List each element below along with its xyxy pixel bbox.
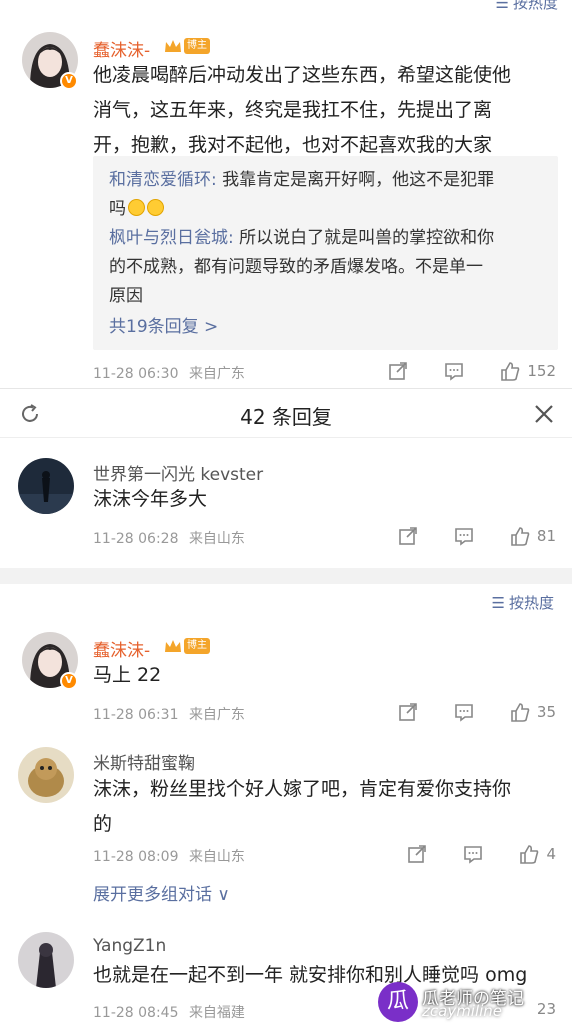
reply-username[interactable]: 和清恋爱循环: <box>109 170 217 190</box>
location: 来自福建 <box>188 1005 245 1021</box>
like-count: 81 <box>536 527 556 545</box>
comment-text: 他凌晨喝醉后冲动发出了这些东西，希望这能使他 消气，这五年来，终究是我扛不住，先… <box>93 64 512 156</box>
comment-item: 米斯特甜蜜鞠 沫沫，粉丝里找个好人嫁了吧，肯定有爱你支持你 的 11-28 08… <box>0 735 572 870</box>
like-count: 4 <box>546 845 556 863</box>
watermark: 瓜 瓜老师の笔记 zcaymiline <box>378 982 566 1022</box>
section-divider <box>0 568 572 584</box>
crown-icon <box>165 40 181 52</box>
comment-meta: 11-28 08:45 来自福建 <box>93 1002 245 1022</box>
timestamp: 11-28 08:09 <box>93 849 179 865</box>
comment-actions: 81 <box>363 525 556 547</box>
avatar[interactable] <box>18 747 74 803</box>
comment-icon[interactable] <box>453 525 475 547</box>
comment-icon[interactable] <box>453 701 475 723</box>
blogger-tag: 博主 <box>184 638 210 654</box>
blogger-tag: 博主 <box>184 38 210 54</box>
share-icon[interactable] <box>397 701 419 723</box>
reply-preview[interactable]: 和清恋爱循环: 我靠肯定是离开好啊，他这不是犯罪 吗 枫叶与烈日瓮城: 所以说白… <box>93 156 558 350</box>
comment-text: 沫沫今年多大 <box>93 488 208 510</box>
panel-title: 42 条回复 <box>240 405 332 429</box>
comment-item: V 蠢沫沫- 博主 马上 22 11-28 06:31 来自广东 35 <box>0 620 572 730</box>
like-count: 35 <box>536 703 556 721</box>
avatar[interactable] <box>18 932 74 988</box>
comment-meta: 11-28 06:28 来自山东 <box>93 528 245 548</box>
location: 来自广东 <box>188 366 245 382</box>
expand-more-link[interactable]: 展开更多组对话 ∨ <box>93 880 230 905</box>
replies-panel-header: 42 条回复 <box>0 388 572 438</box>
sort-icon: ☰ <box>491 594 505 612</box>
share-icon[interactable] <box>387 360 409 382</box>
comment-actions: 35 <box>363 701 556 723</box>
comment-actions: 152 <box>353 360 556 382</box>
comment-meta: 11-28 06:30 来自广东 <box>93 363 245 383</box>
reply-item[interactable]: 和清恋爱循环: 我靠肯定是离开好啊，他这不是犯罪 <box>109 166 542 195</box>
reply-username[interactable]: 枫叶与烈日瓮城: <box>109 228 234 248</box>
timestamp: 11-28 06:28 <box>93 531 179 547</box>
comment-icon[interactable] <box>443 360 465 382</box>
like-icon[interactable] <box>509 701 531 723</box>
like-icon[interactable] <box>499 360 521 382</box>
close-icon[interactable] <box>532 402 556 426</box>
comment-meta: 11-28 06:31 来自广东 <box>93 704 245 724</box>
verified-badge-icon: V <box>60 72 78 90</box>
comment-item: 世界第一闪光 kevster 沫沫今年多大 11-28 06:28 来自山东 8… <box>0 440 572 568</box>
location: 来自山东 <box>188 531 245 547</box>
comment-meta: 11-28 08:09 来自山东 <box>93 846 245 866</box>
like-icon[interactable] <box>518 843 540 865</box>
crown-icon <box>165 640 181 652</box>
location: 来自山东 <box>188 849 245 865</box>
timestamp: 11-28 06:30 <box>93 366 179 382</box>
reply-item[interactable]: 枫叶与烈日瓮城: 所以说白了就是叫兽的掌控欲和你 <box>109 224 542 253</box>
comment-text: 沫沫，粉丝里找个好人嫁了吧，肯定有爱你支持你 的 <box>93 778 512 835</box>
comment-text: 马上 22 <box>93 664 162 686</box>
comment-icon[interactable] <box>462 843 484 865</box>
like-icon[interactable] <box>509 525 531 547</box>
comment-actions: 4 <box>372 843 556 865</box>
comment-username[interactable]: YangZ1n <box>93 936 166 956</box>
watermark-subtext: zcaymiline <box>422 1002 503 1020</box>
surprised-emoji-icon <box>147 199 164 216</box>
timestamp: 11-28 06:31 <box>93 707 179 723</box>
location: 来自广东 <box>188 707 245 723</box>
verified-badge-icon: V <box>60 672 78 690</box>
avatar[interactable] <box>18 458 74 514</box>
share-icon[interactable] <box>406 843 428 865</box>
surprised-emoji-icon <box>128 199 145 216</box>
watermark-logo-icon: 瓜 <box>378 982 418 1022</box>
like-count: 152 <box>527 362 556 380</box>
sort-by-hot[interactable]: ☰ 按热度 <box>492 592 554 613</box>
main-comment: V 蠢沫沫- 博主 他凌晨喝醉后冲动发出了这些东西，希望这能使他 消气，这五年来… <box>0 0 572 388</box>
more-replies-link[interactable]: 共19条回复 > <box>109 313 542 342</box>
timestamp: 11-28 08:45 <box>93 1005 179 1021</box>
comment-username[interactable]: 米斯特甜蜜鞠 <box>93 749 195 774</box>
share-icon[interactable] <box>397 525 419 547</box>
